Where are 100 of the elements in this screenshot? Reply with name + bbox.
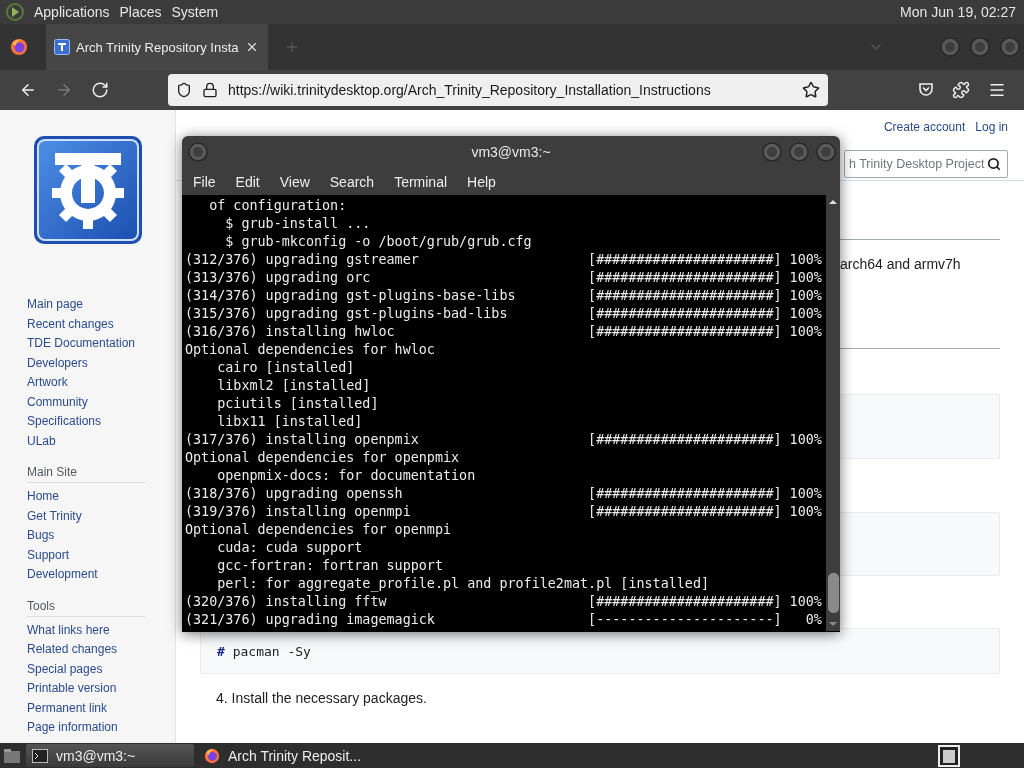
account-link[interactable]: Log in <box>975 120 1008 140</box>
terminal-line: libx11 [installed] <box>216 413 363 431</box>
logo[interactable] <box>33 135 143 245</box>
firefox-icon <box>10 38 28 56</box>
progress-text: [######################] <box>588 269 782 287</box>
sidebar-link[interactable]: Recent changes <box>27 314 175 334</box>
progress-text: [######################] <box>588 287 782 305</box>
sidebar-link[interactable]: Printable version <box>27 679 175 699</box>
menu-item[interactable]: View <box>269 173 320 190</box>
search-icon[interactable] <box>987 157 1001 171</box>
terminal-line: Optional dependencies for openpmix <box>185 449 460 467</box>
menu-item[interactable]: File <box>183 173 226 190</box>
terminal-line: gcc-fortran: fortran support <box>216 557 443 575</box>
sidebar-link[interactable]: Related changes <box>27 640 175 660</box>
terminal-line: (316/376) installing hwloc <box>185 323 396 341</box>
terminal-line: cairo [installed] <box>216 359 355 377</box>
terminal-line: Optional dependencies for openmpi <box>185 521 452 539</box>
percent-text: 100% <box>788 485 822 503</box>
terminal-line: (321/376) upgrading imagemagick <box>185 611 436 629</box>
sidebar-link[interactable]: Main page <box>27 295 175 315</box>
terminal-line: cuda: cuda support <box>216 539 363 557</box>
sidebar-link[interactable]: Artwork <box>27 373 175 393</box>
tab-title: Arch Trinity Repository Insta <box>76 39 239 55</box>
tab-favicon-icon <box>54 39 70 55</box>
sidebar-link[interactable]: TDE Documentation <box>27 334 175 354</box>
shield-icon <box>176 82 192 98</box>
window-icon[interactable] <box>938 744 960 767</box>
panel-logo-icon[interactable] <box>6 3 24 21</box>
terminal-line: Optional dependencies for hwloc <box>185 341 435 359</box>
code-text: # pacman -Sy <box>217 643 311 659</box>
terminal-line: (313/376) upgrading orc <box>185 269 372 287</box>
menu-item[interactable]: Help <box>457 173 506 190</box>
account-link[interactable]: Create account <box>883 120 966 140</box>
search-field[interactable]: h Trinity Desktop Project <box>844 150 1008 178</box>
percent-text: 100% <box>788 431 822 449</box>
progress-text: [----------------------] <box>588 611 782 629</box>
forward-arrow-icon <box>55 81 73 99</box>
firefox-icon <box>204 747 220 764</box>
panel-menu[interactable]: Places <box>119 4 162 20</box>
sidebar-link[interactable]: Support <box>27 545 175 565</box>
terminal-line: (319/376) installing openmpi <box>185 503 412 521</box>
sidebar-link[interactable]: Permanent link <box>27 698 175 718</box>
percent-text: 100% <box>788 305 822 323</box>
pocket-icon[interactable] <box>918 81 934 97</box>
terminal-line: (320/376) installing fftw <box>185 593 388 611</box>
scrollbar-thumb[interactable] <box>828 573 839 613</box>
terminal-line: (312/376) upgrading gstreamer <box>185 251 420 269</box>
taskbar-task[interactable]: vm3@vm3:~ <box>26 744 194 767</box>
sidebar-link[interactable]: Bugs <box>27 526 175 546</box>
menu-item[interactable]: Terminal <box>384 173 458 190</box>
scrollbar[interactable] <box>826 195 840 631</box>
progress-text: [######################] <box>588 431 782 449</box>
percent-text: 100% <box>788 269 822 287</box>
percent-text: 100% <box>788 593 822 611</box>
sidebar-link[interactable]: Community <box>27 392 175 412</box>
panel-menu[interactable]: Applications <box>34 4 110 20</box>
terminal-line: (318/376) upgrading openssh <box>185 485 404 503</box>
window-title: vm3@vm3:~ <box>471 144 551 160</box>
url-field[interactable]: https://wiki.trinitydesktop.org/Arch_Trinity_Repository_Installation_Instructions <box>168 74 828 106</box>
terminal-line: perl: for aggregate_profile.pl and profile2mat.pl [installed] <box>216 575 710 593</box>
terminal-line: $ grub-install ... <box>224 215 371 233</box>
terminal-line: (314/376) upgrading gst-plugins-base-libs <box>185 287 517 305</box>
step-text: 4. Install the necessary packages. <box>216 690 428 706</box>
panel-menu[interactable]: System <box>171 4 219 20</box>
terminal-line: openpmix-docs: for documentation <box>216 467 476 485</box>
sidebar-link[interactable]: Get Trinity <box>27 506 175 526</box>
progress-text: [######################] <box>588 323 782 341</box>
progress-text: [######################] <box>588 503 782 521</box>
sidebar-link[interactable]: Page information <box>27 718 175 738</box>
percent-text: 100% <box>788 323 822 341</box>
terminal-line: libxml2 [installed] <box>216 377 371 395</box>
browser-tab[interactable]: Arch Trinity Repository Insta <box>46 24 268 70</box>
terminal-line: $ grub-mkconfig -o /boot/grub/grub.cfg <box>224 233 532 251</box>
percent-text: 100% <box>788 503 822 521</box>
percent-text: 100% <box>788 287 822 305</box>
paragraph: arch64 and armv7h <box>840 256 962 272</box>
menu-item[interactable]: Edit <box>225 173 270 190</box>
sidebar-link[interactable]: What links here <box>27 620 175 640</box>
sidebar-link[interactable]: Home <box>27 487 175 507</box>
terminal-line: (317/376) installing openpmix <box>185 431 420 449</box>
sidebar-link[interactable]: Developers <box>27 353 175 373</box>
clock: Mon Jun 19, 02:27 <box>900 4 1016 20</box>
terminal-icon <box>32 748 48 763</box>
progress-text: [######################] <box>588 305 782 323</box>
menu-item[interactable]: Search <box>319 173 385 190</box>
progress-text: [######################] <box>588 251 782 269</box>
taskbar-task[interactable]: Arch Trinity Reposit... <box>198 744 368 767</box>
bookmark-star-icon[interactable] <box>802 81 820 99</box>
sidebar-link[interactable]: Special pages <box>27 659 175 679</box>
sidebar-link[interactable]: ULab <box>27 431 175 451</box>
progress-text: [######################] <box>588 485 782 503</box>
extensions-icon[interactable] <box>952 81 970 99</box>
percent-text: 100% <box>788 251 822 269</box>
sidebar-heading: Main Site <box>27 465 145 483</box>
menu-icon[interactable] <box>988 81 1006 99</box>
sidebar-link[interactable]: Specifications <box>27 412 175 432</box>
url-text: https://wiki.trinitydesktop.org/Arch_Trinity_Repository_Installation_Instructions <box>228 82 712 98</box>
reload-icon <box>91 81 109 99</box>
sidebar-link[interactable]: Development <box>27 565 175 585</box>
percent-text: 0% <box>804 611 822 629</box>
